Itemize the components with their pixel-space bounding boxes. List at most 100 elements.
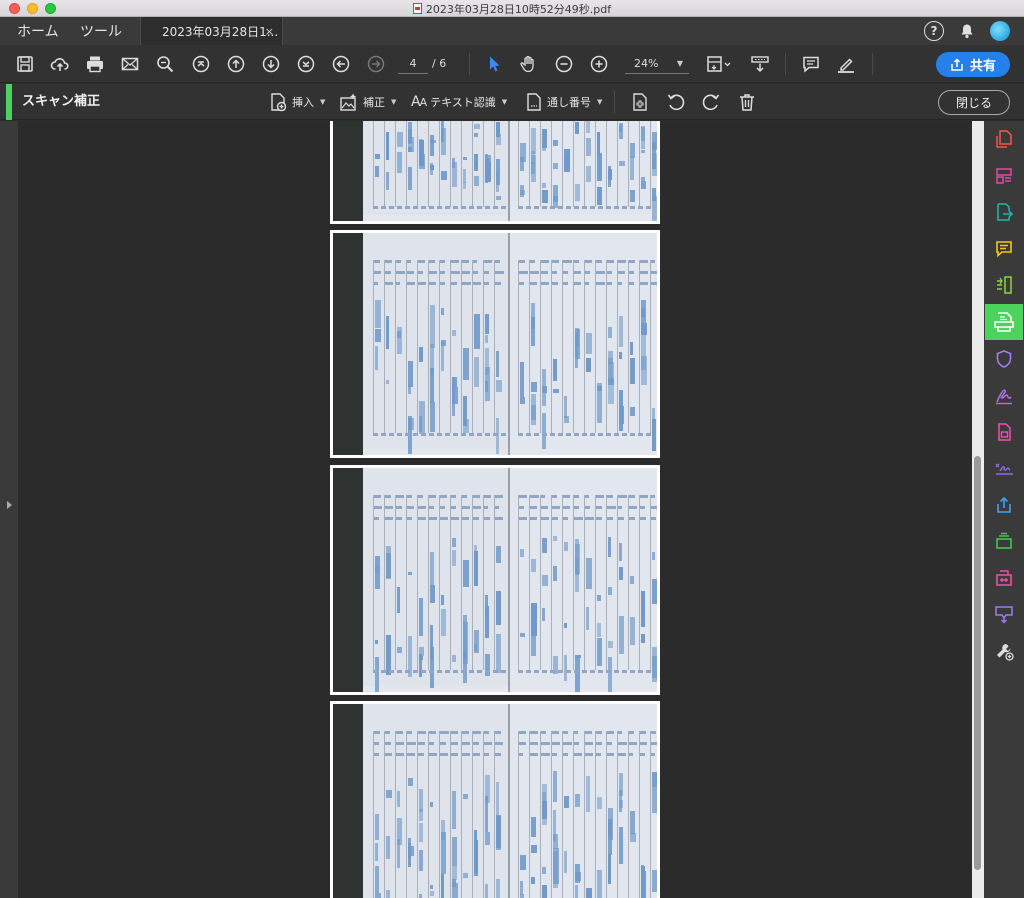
scroll-mode-icon[interactable] [750,54,770,74]
scan-ocr-icon[interactable] [985,304,1023,340]
page-number-input[interactable]: 4 [398,54,428,74]
comment-icon[interactable] [801,54,821,74]
enhance-button[interactable]: 補正 ▼ [339,92,396,112]
rotate-right-icon[interactable] [701,92,721,112]
share-icon[interactable] [985,487,1023,523]
share-button[interactable]: 共有 [936,52,1010,77]
close-scan-tool-button[interactable]: 閉じる [938,90,1010,115]
first-page-icon[interactable] [191,54,211,74]
text-recognition-button[interactable]: AA テキスト認識 ▼ [411,92,507,112]
scanned-page-thumbnail[interactable] [330,465,660,695]
ledger-entry-mark [597,638,602,666]
scanned-page-thumbnail[interactable] [330,121,660,224]
ledger-footer-mark [461,206,466,209]
send-for-comments-icon[interactable] [985,596,1023,632]
insert-button[interactable]: 挿入 ▼ [268,92,325,112]
ledger-entry-mark [408,167,412,190]
page-settings-icon[interactable] [630,92,650,112]
ledger-footer-mark [477,670,482,673]
email-icon[interactable] [120,54,140,74]
help-icon[interactable]: ? [924,21,944,41]
ledger-column-rule [573,121,574,207]
forward-icon[interactable] [366,54,386,74]
ledger-header-mark [462,506,470,509]
save-icon[interactable] [15,54,35,74]
more-tools-icon[interactable] [985,633,1023,669]
vertical-scrollbar[interactable] [972,121,984,898]
ledger-entry-mark [542,784,547,825]
export-pdf-icon[interactable] [985,194,1023,230]
right-tools-rail [984,121,1024,898]
comment-icon[interactable] [985,231,1023,267]
create-pdf-icon[interactable] [985,121,1023,157]
ledger-header-mark [574,506,579,509]
ledger-header-mark [385,731,390,734]
ledger-column-rule [395,260,396,433]
ledger-entry-mark [375,300,381,328]
ledger-entry-mark [408,572,412,575]
ledger-entry-mark [553,389,559,393]
scrollbar-thumb[interactable] [974,456,981,870]
ledger-footer-mark [429,206,434,209]
zoom-in-icon[interactable] [589,54,609,74]
next-page-icon[interactable] [261,54,281,74]
ledger-entry-mark [485,796,488,832]
ledger-entry-mark [397,839,400,868]
rotate-left-icon[interactable] [666,92,686,112]
ledger-header-mark [563,260,572,263]
ledger-header-mark [396,495,404,498]
expand-panel-arrow-icon[interactable] [7,501,12,509]
back-icon[interactable] [331,54,351,74]
ledger-entry-mark [597,153,602,181]
compare-icon[interactable] [985,267,1023,303]
select-cursor-icon[interactable] [484,54,504,74]
zoom-level-select[interactable]: 24% ▼ [625,54,689,74]
highlight-icon[interactable] [836,54,856,74]
tab-close-icon[interactable]: × [265,25,274,38]
delete-trash-icon[interactable] [737,92,757,112]
scanned-page-thumbnail[interactable] [330,701,660,898]
user-avatar[interactable] [990,21,1010,41]
hand-icon[interactable] [519,54,539,74]
ledger-entry-mark [419,850,423,871]
request-signature-icon[interactable] [985,450,1023,486]
ledger-header-mark [473,506,481,509]
scanned-page-thumbnail[interactable] [330,230,660,458]
ledger-entry-mark [496,634,501,673]
protect-icon[interactable] [985,341,1023,377]
ledger-header-mark [407,731,412,734]
last-page-icon[interactable] [296,54,316,74]
tab-tools[interactable]: ツール [80,17,122,45]
fit-page-icon[interactable] [705,54,733,74]
tab-document[interactable]: 2023年03月28日1... × [140,17,283,45]
find-icon[interactable] [155,54,175,74]
combine-files-icon[interactable] [985,560,1023,596]
prev-page-icon[interactable] [226,54,246,74]
share-button-label: 共有 [969,59,996,74]
notification-bell-icon[interactable] [957,21,977,41]
bates-numbering-button[interactable]: 通し番号 ▼ [525,92,602,112]
fill-sign-icon[interactable] [985,377,1023,413]
ledger-header-mark [530,742,538,745]
ledger-header-mark [574,495,579,498]
zoom-out-icon[interactable] [554,54,574,74]
ledger-header-mark [607,517,613,520]
ledger-entry-mark [619,543,622,561]
tab-home[interactable]: ホーム [17,17,59,45]
edit-pdf-icon[interactable] [985,414,1023,450]
cloud-upload-icon[interactable] [50,54,70,74]
ledger-entry-mark [531,382,537,392]
print-icon[interactable] [85,54,105,74]
organize-pages-icon[interactable] [985,158,1023,194]
ledger-footer-mark [518,433,523,436]
ledger-entry-mark [520,362,524,397]
ledger-header-mark [618,753,626,756]
ledger-header-mark [651,495,655,498]
ledger-entry-mark [608,641,613,648]
ledger-column-rule [439,731,440,898]
ledger-footer-mark [550,670,555,673]
ledger-footer-mark [614,433,619,436]
document-view[interactable] [18,121,972,898]
ledger-column-rule [450,495,451,670]
stamp-icon[interactable] [985,523,1023,559]
